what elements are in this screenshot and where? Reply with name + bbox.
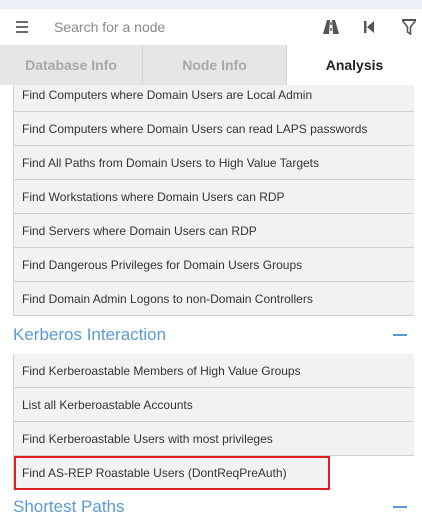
hamburger-menu-icon[interactable] [14, 18, 30, 36]
collapse-minus-icon[interactable] [393, 334, 407, 336]
analysis-panel: Find Computers where Domain Users are Lo… [0, 85, 422, 512]
kerberos-query-list: Find Kerberoastable Members of High Valu… [13, 354, 414, 490]
tab-bar: Database Info Node Info Analysis [0, 45, 422, 85]
tab-analysis[interactable]: Analysis [287, 45, 422, 85]
search-input[interactable] [48, 15, 310, 39]
query-item[interactable]: Find Domain Admin Logons to non-Domain C… [14, 282, 414, 316]
query-item[interactable]: Find Computers where Domain Users are Lo… [14, 85, 414, 112]
skip-back-icon[interactable] [360, 18, 378, 36]
top-strip [0, 0, 422, 9]
tab-node-info[interactable]: Node Info [143, 45, 287, 85]
section-header-shortest-paths[interactable]: Shortest Paths [13, 490, 413, 512]
query-item[interactable]: Find Workstations where Domain Users can… [14, 180, 414, 214]
query-item[interactable]: Find Kerberoastable Members of High Valu… [14, 354, 414, 388]
query-item-highlighted[interactable]: Find AS-REP Roastable Users (DontReqPreA… [14, 456, 330, 490]
query-item[interactable]: List all Kerberoastable Accounts [14, 388, 414, 422]
section-title: Kerberos Interaction [13, 325, 167, 344]
search-bar [0, 9, 422, 45]
query-item[interactable]: Find All Paths from Domain Users to High… [14, 146, 414, 180]
road-path-icon[interactable] [322, 18, 340, 36]
section-title: Shortest Paths [13, 497, 125, 512]
query-item[interactable]: Find Servers where Domain Users can RDP [14, 214, 414, 248]
query-item[interactable]: Find Kerberoastable Users with most priv… [14, 422, 414, 456]
domain-users-query-list: Find Computers where Domain Users are Lo… [13, 85, 414, 316]
filter-icon[interactable] [400, 18, 418, 36]
collapse-minus-icon[interactable] [393, 506, 407, 508]
query-item[interactable]: Find Computers where Domain Users can re… [14, 112, 414, 146]
section-header-kerberos[interactable]: Kerberos Interaction [13, 318, 413, 352]
query-item[interactable]: Find Dangerous Privileges for Domain Use… [14, 248, 414, 282]
tab-database-info[interactable]: Database Info [0, 45, 143, 85]
